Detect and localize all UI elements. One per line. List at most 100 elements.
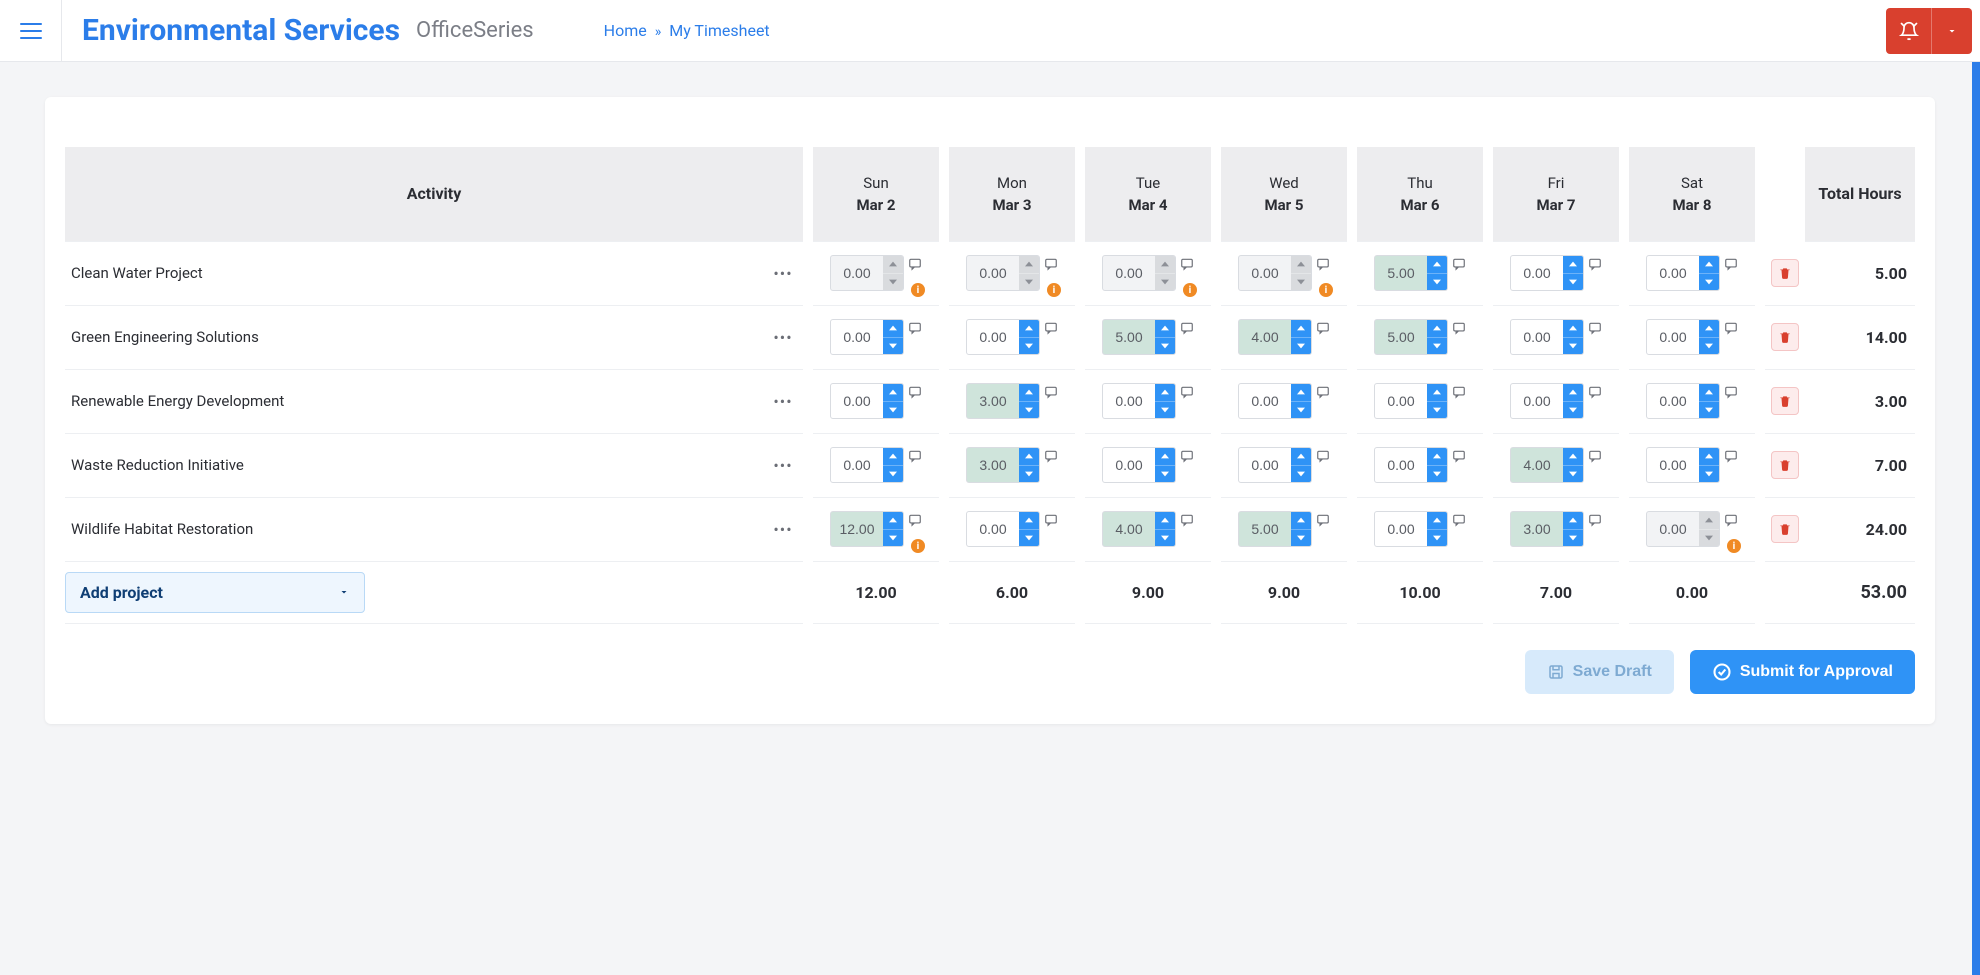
hours-input[interactable]: [967, 448, 1019, 482]
spinner-down-button[interactable]: [1427, 402, 1447, 419]
scrollbar-indicator[interactable]: [1972, 62, 1980, 975]
hours-input[interactable]: [1103, 448, 1155, 482]
spinner-down-button[interactable]: [1563, 274, 1583, 291]
spinner-down-button[interactable]: [1563, 466, 1583, 483]
hours-input[interactable]: [1375, 320, 1427, 354]
spinner-down-button[interactable]: [1155, 338, 1175, 355]
breadcrumb-home[interactable]: Home: [604, 21, 647, 40]
header-dropdown-button[interactable]: [1932, 8, 1972, 54]
menu-button[interactable]: [0, 0, 62, 62]
spinner-down-button[interactable]: [883, 274, 903, 291]
spinner-up-button[interactable]: [1019, 320, 1039, 338]
hours-input[interactable]: [1647, 256, 1699, 290]
hours-input[interactable]: [1511, 320, 1563, 354]
spinner-up-button[interactable]: [1563, 512, 1583, 530]
comment-icon[interactable]: [1316, 321, 1330, 335]
hours-input[interactable]: [967, 256, 1019, 290]
hours-input[interactable]: [967, 384, 1019, 418]
comment-icon[interactable]: [1588, 385, 1602, 399]
comment-icon[interactable]: [1588, 257, 1602, 271]
spinner-up-button[interactable]: [1291, 320, 1311, 338]
row-more-button[interactable]: •••: [763, 433, 803, 497]
spinner-up-button[interactable]: [1155, 448, 1175, 466]
spinner-down-button[interactable]: [1291, 530, 1311, 547]
hours-input[interactable]: [1375, 384, 1427, 418]
comment-icon[interactable]: [1316, 385, 1330, 399]
spinner-down-button[interactable]: [1699, 402, 1719, 419]
comment-icon[interactable]: [1724, 513, 1738, 527]
spinner-up-button[interactable]: [1699, 320, 1719, 338]
spinner-down-button[interactable]: [883, 402, 903, 419]
hours-input[interactable]: [1647, 384, 1699, 418]
spinner-down-button[interactable]: [1699, 530, 1719, 547]
spinner-down-button[interactable]: [1155, 530, 1175, 547]
hours-input[interactable]: [1239, 448, 1291, 482]
save-draft-button[interactable]: Save Draft: [1525, 650, 1674, 694]
comment-icon[interactable]: [1316, 449, 1330, 463]
spinner-down-button[interactable]: [1019, 530, 1039, 547]
spinner-up-button[interactable]: [1563, 448, 1583, 466]
spinner-down-button[interactable]: [1699, 274, 1719, 291]
spinner-up-button[interactable]: [1427, 448, 1447, 466]
spinner-up-button[interactable]: [883, 448, 903, 466]
spinner-down-button[interactable]: [1563, 338, 1583, 355]
comment-icon[interactable]: [1044, 449, 1058, 463]
spinner-down-button[interactable]: [1019, 466, 1039, 483]
spinner-up-button[interactable]: [1019, 384, 1039, 402]
spinner-up-button[interactable]: [883, 512, 903, 530]
spinner-up-button[interactable]: [1427, 320, 1447, 338]
hours-input[interactable]: [1511, 448, 1563, 482]
spinner-up-button[interactable]: [1699, 256, 1719, 274]
spinner-down-button[interactable]: [1019, 402, 1039, 419]
hours-input[interactable]: [1375, 448, 1427, 482]
spinner-up-button[interactable]: [1155, 384, 1175, 402]
comment-icon[interactable]: [1316, 513, 1330, 527]
spinner-down-button[interactable]: [1155, 402, 1175, 419]
comment-icon[interactable]: [1452, 321, 1466, 335]
spinner-up-button[interactable]: [1699, 512, 1719, 530]
comment-icon[interactable]: [1044, 385, 1058, 399]
spinner-up-button[interactable]: [1019, 448, 1039, 466]
spinner-up-button[interactable]: [1291, 256, 1311, 274]
spinner-up-button[interactable]: [1019, 256, 1039, 274]
submit-approval-button[interactable]: Submit for Approval: [1690, 650, 1915, 694]
hours-input[interactable]: [1239, 320, 1291, 354]
comment-icon[interactable]: [1452, 449, 1466, 463]
spinner-down-button[interactable]: [1291, 338, 1311, 355]
spinner-up-button[interactable]: [1291, 384, 1311, 402]
spinner-down-button[interactable]: [1699, 466, 1719, 483]
spinner-up-button[interactable]: [883, 256, 903, 274]
spinner-down-button[interactable]: [1427, 274, 1447, 291]
comment-icon[interactable]: [1180, 449, 1194, 463]
spinner-down-button[interactable]: [1291, 274, 1311, 291]
comment-icon[interactable]: [1452, 513, 1466, 527]
delete-row-button[interactable]: [1771, 515, 1799, 543]
spinner-down-button[interactable]: [883, 530, 903, 547]
hours-input[interactable]: [1103, 320, 1155, 354]
spinner-down-button[interactable]: [1427, 338, 1447, 355]
hours-input[interactable]: [831, 512, 883, 546]
spinner-down-button[interactable]: [1019, 274, 1039, 291]
comment-icon[interactable]: [1316, 257, 1330, 271]
spinner-up-button[interactable]: [1155, 512, 1175, 530]
delete-row-button[interactable]: [1771, 451, 1799, 479]
comment-icon[interactable]: [1724, 321, 1738, 335]
comment-icon[interactable]: [908, 513, 922, 527]
comment-icon[interactable]: [1180, 257, 1194, 271]
comment-icon[interactable]: [1724, 449, 1738, 463]
hours-input[interactable]: [1103, 256, 1155, 290]
comment-icon[interactable]: [1180, 385, 1194, 399]
row-more-button[interactable]: •••: [763, 241, 803, 305]
hours-input[interactable]: [831, 320, 883, 354]
spinner-down-button[interactable]: [1563, 402, 1583, 419]
hours-input[interactable]: [967, 512, 1019, 546]
delete-row-button[interactable]: [1771, 387, 1799, 415]
row-more-button[interactable]: •••: [763, 497, 803, 561]
spinner-up-button[interactable]: [1019, 512, 1039, 530]
spinner-up-button[interactable]: [1291, 512, 1311, 530]
spinner-down-button[interactable]: [883, 338, 903, 355]
comment-icon[interactable]: [1452, 385, 1466, 399]
comment-icon[interactable]: [1588, 449, 1602, 463]
hours-input[interactable]: [1647, 448, 1699, 482]
hours-input[interactable]: [1375, 256, 1427, 290]
